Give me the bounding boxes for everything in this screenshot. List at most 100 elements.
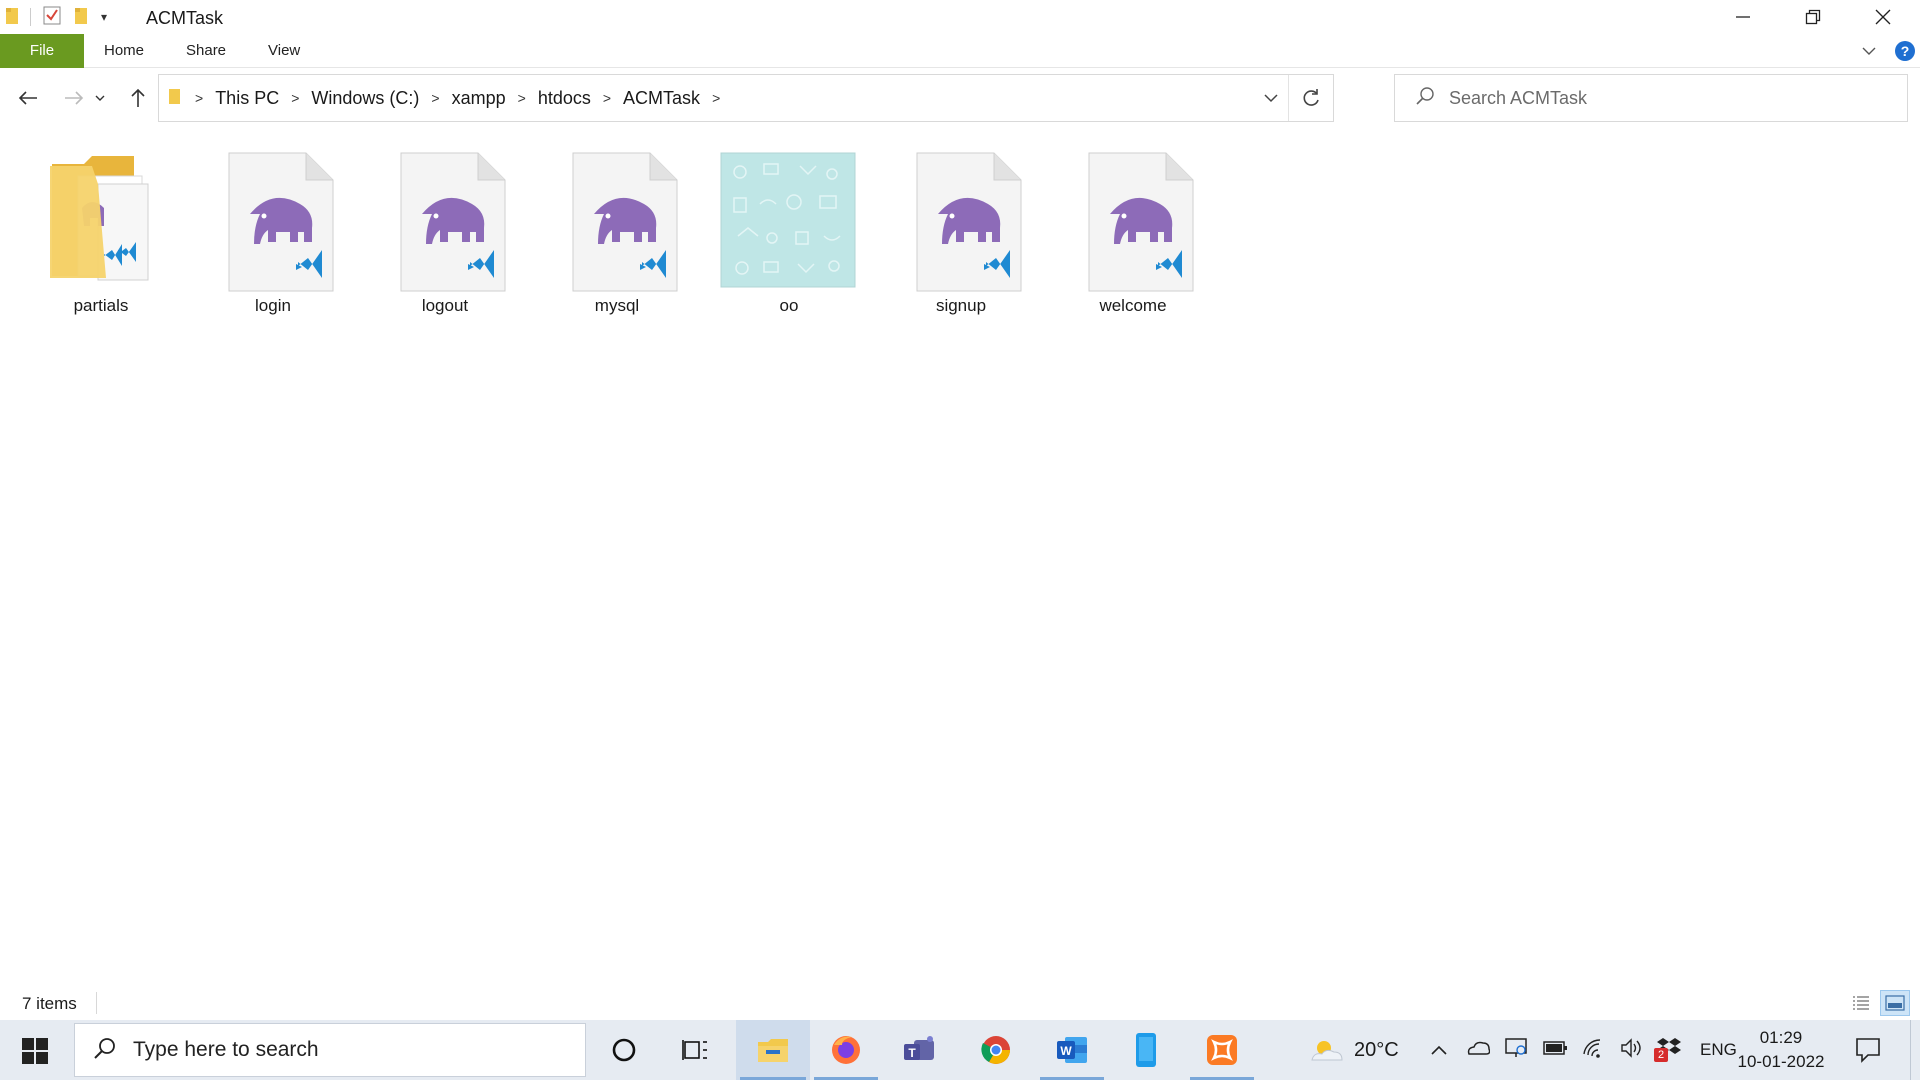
clock-date: 10-01-2022 [1737,1052,1825,1071]
svg-text:?: ? [1901,43,1910,59]
folder-icon [50,156,149,281]
recent-locations-icon[interactable] [90,80,110,116]
svg-text:W: W [1060,1044,1072,1058]
tab-home[interactable]: Home [86,34,162,68]
taskbar-search-box[interactable]: Type here to search [74,1023,586,1077]
php-file-icon [228,152,334,292]
xampp-icon[interactable] [1186,1020,1258,1080]
dropbox-icon[interactable]: 2 [1654,1036,1682,1065]
breadcrumb-separator-icon[interactable]: > [603,90,611,106]
clock-time: 01:29 [1759,1028,1803,1047]
php-file-icon [400,152,506,292]
file-name: partials [73,296,129,315]
php-file-icon [916,152,1022,292]
svg-text:T: T [908,1046,916,1060]
taskbar: Type here to search T W 20°C 2 ENG 01:29… [0,1020,1920,1080]
file-name: oo [779,296,799,315]
weather-widget[interactable]: 20°C [1308,1020,1399,1080]
chrome-icon[interactable] [960,1020,1032,1080]
breadcrumb-separator-icon[interactable]: > [518,90,526,106]
tab-view[interactable]: View [250,34,318,68]
folder-icon [4,5,22,30]
breadcrumb-separator-icon[interactable]: > [431,90,439,106]
restore-button[interactable] [1778,0,1848,34]
cortana-icon[interactable] [588,1020,660,1080]
battery-icon[interactable] [1542,1039,1568,1062]
wifi-icon[interactable] [1582,1038,1606,1063]
image-thumbnail-icon [720,152,856,288]
breadcrumb-separator-icon[interactable]: > [712,90,720,106]
file-explorer-window: ▾ ACMTask File Home Share View ? > This … [0,0,1920,1080]
help-icon[interactable]: ? [1894,40,1916,67]
details-view-icon[interactable] [1846,990,1876,1016]
new-folder-icon[interactable] [73,5,91,30]
large-icons-view-icon[interactable] [1880,990,1910,1016]
address-history-dropdown[interactable] [1253,75,1289,121]
file-name: logout [421,296,469,315]
file-item[interactable]: mysql [542,140,692,320]
expand-ribbon-icon[interactable] [1860,42,1878,65]
volume-icon[interactable] [1620,1037,1644,1063]
php-file-icon [1088,152,1194,292]
chevron-up-icon[interactable] [1428,1045,1450,1055]
search-box[interactable]: Search ACMTask [1394,74,1908,122]
status-bar: 7 items [0,986,1920,1020]
file-item[interactable]: logout [370,140,520,320]
quick-access-toolbar: ▾ [4,6,107,28]
minimize-button[interactable] [1708,0,1778,34]
teams-icon[interactable]: T [884,1020,956,1080]
close-button[interactable] [1848,0,1918,34]
php-file-icon [572,152,678,292]
file-name: mysql [594,296,640,315]
breadcrumb-xampp[interactable]: xampp [452,88,506,109]
file-name: signup [935,296,987,315]
up-button[interactable] [120,80,156,116]
refresh-icon[interactable] [1289,75,1333,121]
file-item[interactable]: signup [886,140,1036,320]
forward-button[interactable] [56,80,92,116]
item-count: 7 items [22,994,77,1013]
breadcrumb-htdocs[interactable]: htdocs [538,88,591,109]
taskbar-search-input[interactable]: Type here to search [133,1038,319,1062]
status-divider [96,992,97,1014]
taskbar-clock[interactable]: 01:29 10-01-2022 [1726,1026,1836,1074]
search-icon [93,1036,117,1065]
file-item[interactable]: welcome [1058,140,1208,320]
title-bar: ▾ ACMTask [0,0,1920,34]
firefox-icon[interactable] [810,1020,882,1080]
breadcrumb-this-pc[interactable]: This PC [215,88,279,109]
file-name: welcome [1099,296,1167,315]
show-desktop-button[interactable] [1910,1020,1920,1080]
address-bar[interactable]: > This PC > Windows (C:) > xampp > htdoc… [158,74,1334,122]
customize-toolbar-icon[interactable]: ▾ [101,10,107,24]
weather-cloud-sun-icon [1311,1041,1343,1061]
file-name: login [255,296,291,315]
breadcrumb-windows-c[interactable]: Windows (C:) [311,88,419,109]
task-view-icon[interactable] [660,1020,732,1080]
search-icon [1415,86,1435,111]
window-title: ACMTask [146,8,224,28]
navigation-bar: > This PC > Windows (C:) > xampp > htdoc… [0,72,1920,124]
notification-center-icon[interactable] [1854,1036,1882,1069]
weather-temperature: 20°C [1354,1038,1399,1061]
back-button[interactable] [10,80,46,116]
phone-icon[interactable] [1110,1020,1182,1080]
properties-icon[interactable] [41,4,63,31]
breadcrumb-separator-icon[interactable]: > [291,90,299,106]
word-icon[interactable]: W [1036,1020,1108,1080]
file-item[interactable]: oo [714,140,864,320]
folder-icon [167,86,183,111]
file-item[interactable]: login [198,140,348,320]
windows-start-icon[interactable] [14,1034,58,1068]
tab-share[interactable]: Share [168,34,244,68]
onedrive-cloud-icon[interactable] [1466,1040,1491,1061]
notification-badge: 2 [1654,1047,1668,1062]
breadcrumb-separator-icon: > [195,90,204,106]
file-item[interactable]: partials [26,140,176,320]
display-settings-icon[interactable] [1504,1037,1528,1064]
breadcrumb-acmtask[interactable]: ACMTask [623,88,700,109]
tab-file[interactable]: File [0,34,84,68]
file-explorer-taskbar-icon[interactable] [736,1020,810,1080]
search-input[interactable]: Search ACMTask [1449,88,1587,109]
file-list: partials login logout mysql oo signup we… [0,130,1920,980]
